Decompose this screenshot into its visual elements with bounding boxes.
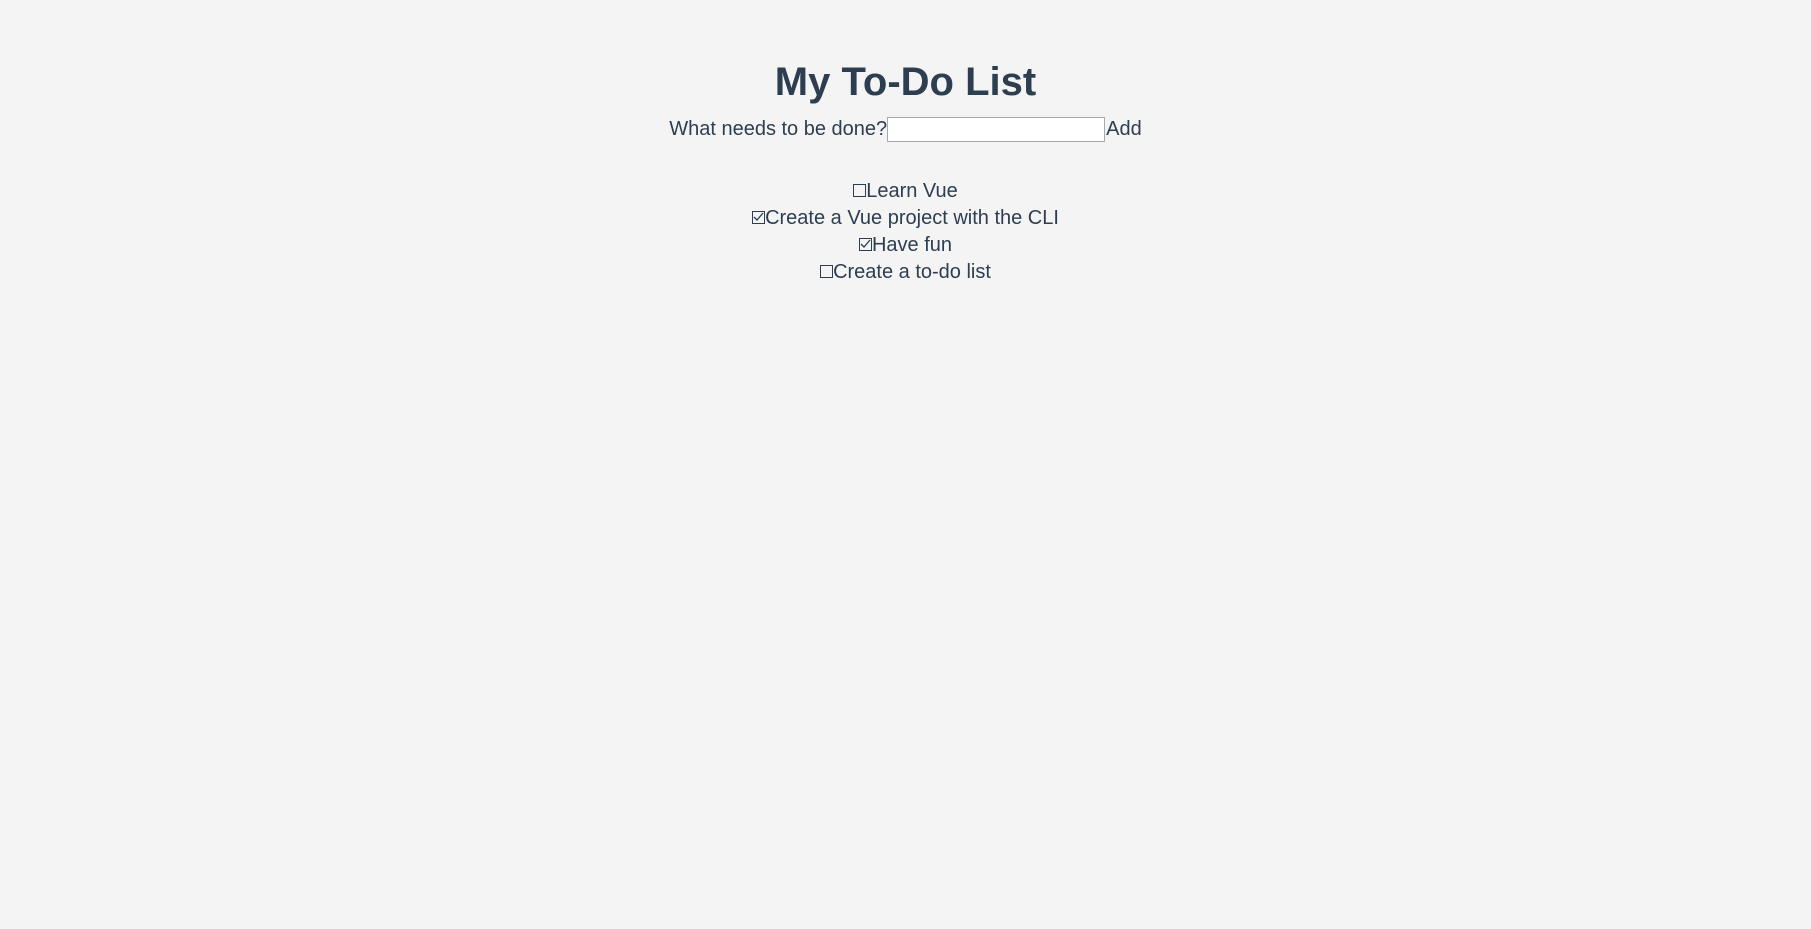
page-title: My To-Do List bbox=[0, 60, 1811, 105]
checkbox-icon[interactable] bbox=[820, 265, 833, 278]
list-item: Have fun bbox=[0, 232, 1811, 259]
list-item: Create a to-do list bbox=[0, 259, 1811, 286]
checkbox-checked-icon[interactable] bbox=[859, 238, 872, 251]
add-button[interactable]: Add bbox=[1106, 118, 1142, 140]
new-todo-label: What needs to be done? bbox=[669, 118, 887, 140]
todo-label: Have fun bbox=[872, 234, 952, 256]
todo-label: Create a to-do list bbox=[833, 261, 991, 283]
checkbox-checked-icon[interactable] bbox=[752, 211, 765, 224]
new-todo-input[interactable] bbox=[887, 117, 1105, 142]
list-item: Learn Vue bbox=[0, 178, 1811, 205]
todo-label: Learn Vue bbox=[866, 180, 958, 202]
list-item: Create a Vue project with the CLI bbox=[0, 205, 1811, 232]
new-todo-form: What needs to be done? Add bbox=[0, 117, 1811, 142]
todo-label: Create a Vue project with the CLI bbox=[765, 207, 1059, 229]
todo-list: Learn Vue Create a Vue project with the … bbox=[0, 178, 1811, 286]
checkbox-icon[interactable] bbox=[853, 184, 866, 197]
app-container: My To-Do List What needs to be done?Add … bbox=[0, 0, 1811, 286]
